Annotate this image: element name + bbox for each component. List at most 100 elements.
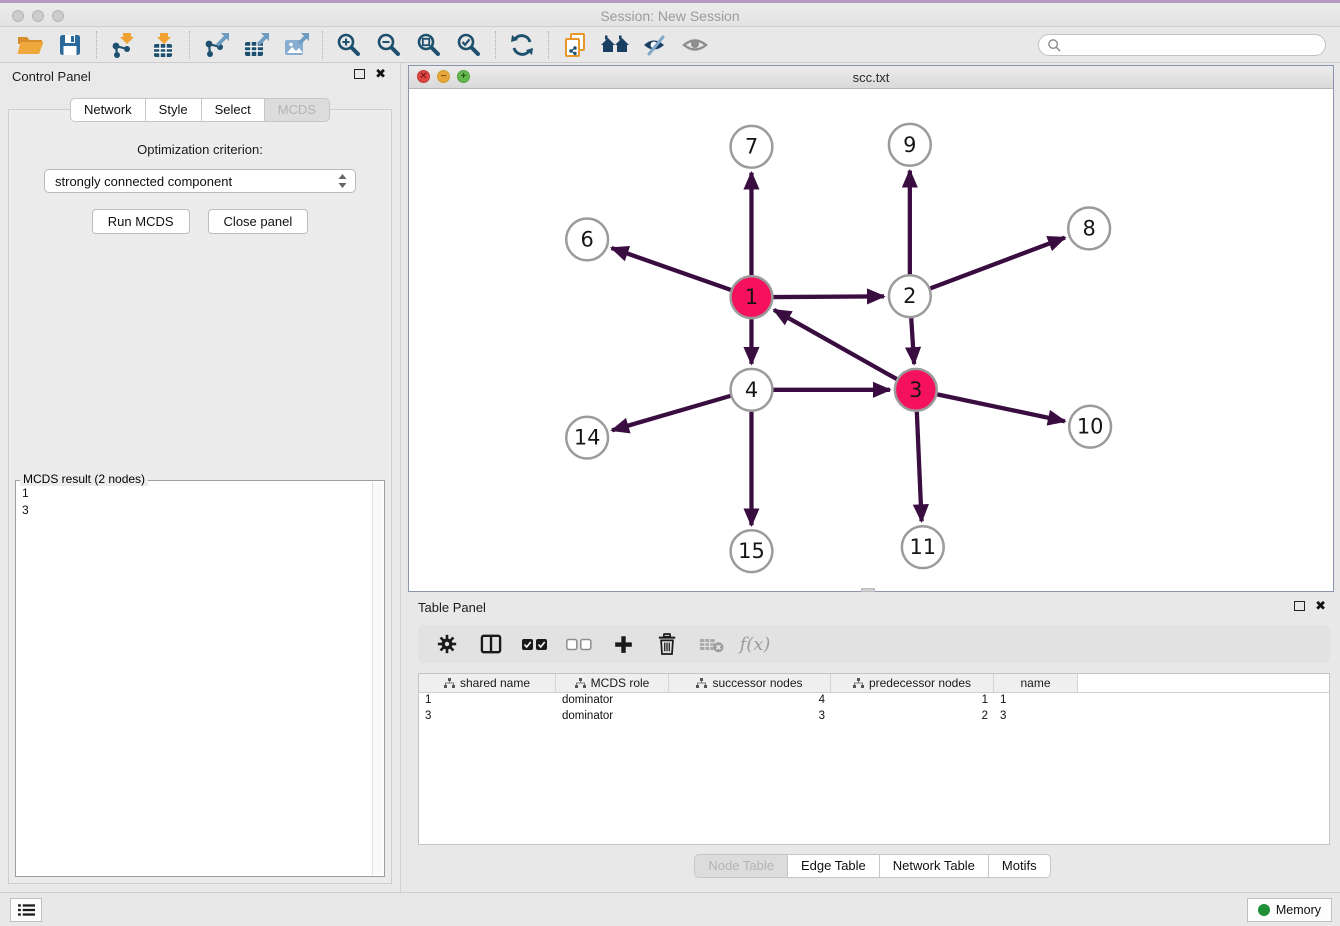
deselect-all-columns-button[interactable] [564, 629, 594, 659]
control-panel-tabs: NetworkStyleSelectMCDS [0, 98, 400, 122]
table-row[interactable]: 3dominator323 [419, 709, 1329, 725]
column-header-successor-nodes[interactable]: successor nodes [669, 674, 831, 692]
delete-column-button[interactable] [652, 629, 682, 659]
tab-select[interactable]: Select [201, 98, 264, 122]
column-label: shared name [460, 676, 530, 690]
export-image-button[interactable] [276, 30, 316, 60]
svg-text:7: 7 [745, 135, 758, 159]
tab-motifs[interactable]: Motifs [988, 854, 1051, 878]
copy-network-button[interactable] [555, 30, 595, 60]
float-table-panel-icon[interactable] [1294, 601, 1305, 611]
node-15[interactable]: 15 [731, 530, 773, 572]
result-scrollbar[interactable] [372, 482, 383, 875]
search-input[interactable] [1062, 38, 1325, 52]
cell-predecessor-nodes[interactable]: 2 [831, 709, 994, 725]
table-body: 1dominator4113dominator323 [419, 693, 1329, 725]
network-resize-grip[interactable] [861, 588, 875, 592]
optimization-criterion-label: Optimization criterion: [9, 142, 391, 157]
edge-2-3[interactable] [911, 318, 914, 364]
save-session-button[interactable] [50, 30, 90, 60]
node-9[interactable]: 9 [889, 124, 931, 166]
cell-successor-nodes[interactable]: 4 [669, 693, 831, 709]
tab-network[interactable]: Network [70, 98, 145, 122]
node-14[interactable]: 14 [566, 417, 608, 459]
control-panel: Control Panel ✖ NetworkStyleSelectMCDS O… [0, 63, 401, 892]
memory-button[interactable]: Memory [1247, 898, 1332, 922]
show-task-history-button[interactable] [10, 898, 42, 922]
network-canvas[interactable]: 7 9 6 8 1 2 4 3 14 10 15 11 [409, 89, 1333, 591]
mcds-result-list[interactable]: 13 [22, 485, 370, 874]
tab-style[interactable]: Style [145, 98, 201, 122]
node-10[interactable]: 10 [1069, 406, 1111, 448]
cell-successor-nodes[interactable]: 3 [669, 709, 831, 725]
edge-2-8[interactable] [930, 238, 1065, 289]
cell-name[interactable]: 1 [994, 693, 1078, 709]
first-neighbors-button[interactable] [595, 30, 635, 60]
edge-1-2[interactable] [773, 296, 884, 297]
import-table-icon [150, 32, 176, 58]
node-8[interactable]: 8 [1068, 208, 1110, 250]
network-window: ✕ − + scc.txt 7 9 6 8 1 2 4 3 14 10 15 11 [408, 65, 1334, 592]
column-header-predecessor-nodes[interactable]: predecessor nodes [831, 674, 994, 692]
node-2[interactable]: 2 [889, 275, 931, 317]
tab-mcds[interactable]: MCDS [264, 98, 330, 122]
edge-3-10[interactable] [937, 394, 1065, 421]
export-table-button[interactable] [236, 30, 276, 60]
close-table-panel-icon[interactable]: ✖ [1315, 601, 1326, 611]
cell-predecessor-nodes[interactable]: 1 [831, 693, 994, 709]
export-network-button[interactable] [196, 30, 236, 60]
show-all-button[interactable] [675, 30, 715, 60]
open-session-button[interactable] [10, 30, 50, 60]
column-header-MCDS-role[interactable]: MCDS role [556, 674, 669, 692]
criterion-select[interactable]: strongly connected component [44, 169, 356, 193]
close-panel-icon[interactable]: ✖ [375, 69, 386, 79]
search-box[interactable] [1038, 34, 1326, 56]
svg-text:2: 2 [903, 284, 916, 308]
float-panel-icon[interactable] [354, 69, 365, 79]
column-header-name[interactable]: name [994, 674, 1078, 692]
column-header-shared-name[interactable]: shared name [419, 674, 556, 692]
cell-name[interactable]: 3 [994, 709, 1078, 725]
network-window-titlebar[interactable]: ✕ − + scc.txt [409, 66, 1333, 89]
tab-node-table[interactable]: Node Table [694, 854, 787, 878]
run-mcds-button[interactable]: Run MCDS [92, 209, 190, 234]
edge-3-11[interactable] [917, 412, 922, 522]
save-floppy-icon [58, 33, 82, 57]
table-row[interactable]: 1dominator411 [419, 693, 1329, 709]
cell-MCDS-role[interactable]: dominator [556, 693, 669, 709]
cell-MCDS-role[interactable]: dominator [556, 709, 669, 725]
node-table[interactable]: shared name MCDS rolesuccessor nodesprede… [418, 673, 1330, 845]
zoom-selected-button[interactable] [449, 30, 489, 60]
tab-edge-table[interactable]: Edge Table [787, 854, 879, 878]
zoom-out-button[interactable] [369, 30, 409, 60]
import-network-button[interactable] [103, 30, 143, 60]
cell-shared-name[interactable]: 1 [419, 693, 556, 709]
network-graph[interactable]: 7 9 6 8 1 2 4 3 14 10 15 11 [409, 89, 1333, 591]
cell-shared-name[interactable]: 3 [419, 709, 556, 725]
edge-3-1[interactable] [774, 310, 897, 379]
zoom-fit-button[interactable] [409, 30, 449, 60]
node-1[interactable]: 1 [731, 276, 773, 318]
svg-text:10: 10 [1077, 415, 1104, 439]
node-11[interactable]: 11 [902, 526, 944, 568]
node-3[interactable]: 3 [895, 369, 937, 411]
create-column-button[interactable] [608, 629, 638, 659]
apply-layout-button[interactable] [502, 30, 542, 60]
node-7[interactable]: 7 [731, 126, 773, 168]
table-settings-button[interactable] [432, 629, 462, 659]
hide-selected-button[interactable] [635, 30, 675, 60]
edge-4-14[interactable] [612, 396, 730, 430]
zoom-in-button[interactable] [329, 30, 369, 60]
zoom-in-icon [336, 32, 362, 58]
edge-1-6[interactable] [612, 248, 731, 290]
control-panel-title: Control Panel [12, 69, 91, 84]
select-all-columns-button[interactable] [520, 629, 550, 659]
select-chevrons-icon [338, 174, 347, 188]
checked-boxes-icon [522, 638, 548, 651]
tab-network-table[interactable]: Network Table [879, 854, 988, 878]
close-panel-button[interactable]: Close panel [208, 209, 309, 234]
node-4[interactable]: 4 [731, 369, 773, 411]
import-table-button[interactable] [143, 30, 183, 60]
show-column-panel-button[interactable] [476, 629, 506, 659]
node-6[interactable]: 6 [566, 218, 608, 260]
